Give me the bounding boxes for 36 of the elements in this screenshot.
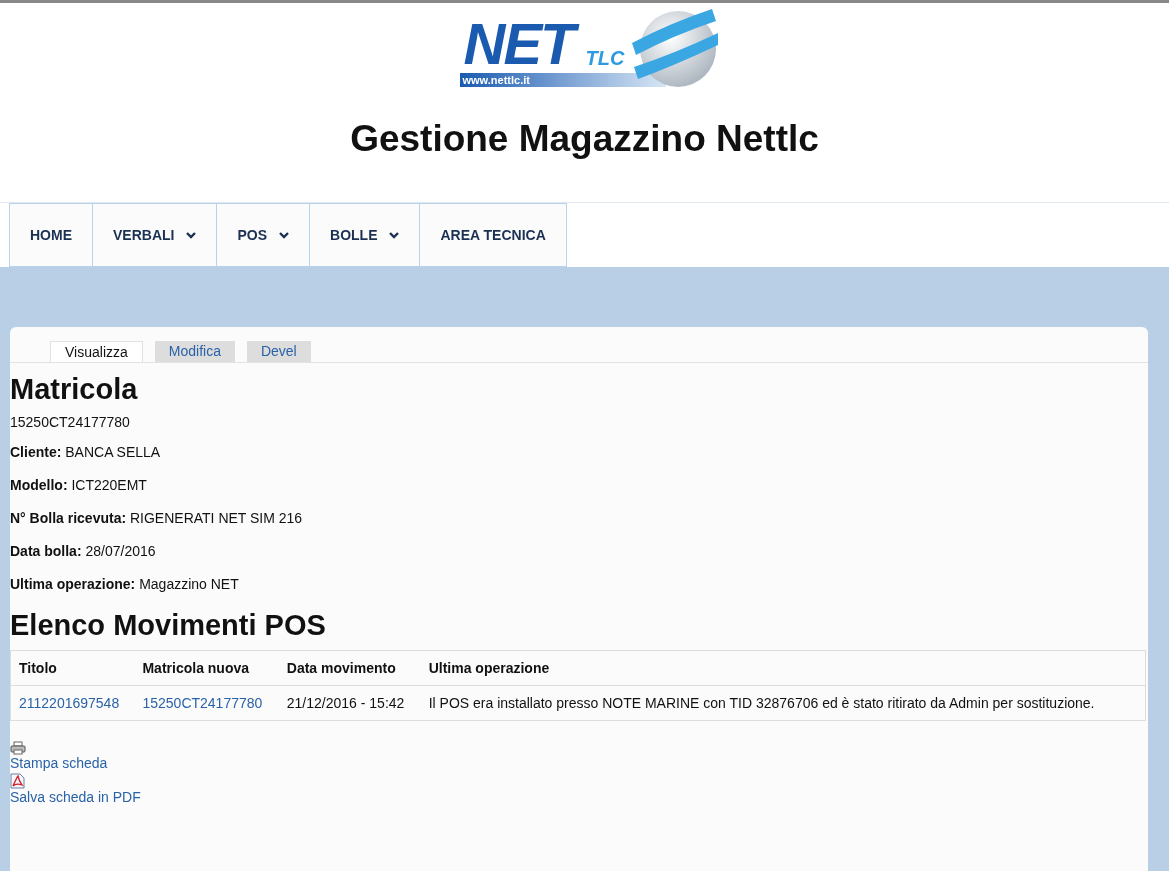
section-heading: Elenco Movimenti POS	[10, 609, 327, 642]
table-cell: 21/12/2016 - 15:42	[286, 695, 405, 711]
field-value: Magazzino NET	[139, 576, 239, 592]
nav-menu-item[interactable]: VERBALI	[92, 203, 218, 267]
field-label: Modello:	[10, 477, 68, 493]
serial-number: 15250CT24177780	[10, 414, 131, 430]
nav-menu-item[interactable]: HOME	[9, 203, 93, 267]
logo-subtext: TLC	[585, 46, 625, 70]
nav-menu-item[interactable]: BOLLE	[309, 203, 421, 267]
table-link[interactable]: 2112201697548	[19, 695, 120, 711]
column-header: Titolo	[19, 660, 57, 676]
nav-menu-item[interactable]: POS	[216, 203, 311, 267]
table-cell: Il POS era installato presso NOTE MARINE con TID 32876706 ed è stato ritirato da Admin per sostituzione.	[428, 695, 1095, 711]
field-label: Cliente:	[10, 444, 62, 460]
chevron-down-icon	[186, 231, 197, 239]
column-header: Matricola nuova	[142, 660, 250, 676]
action-link[interactable]: Salva scheda in PDF	[10, 789, 141, 805]
tab[interactable]: Visualizza	[50, 341, 143, 362]
field-label: Ultima operazione:	[10, 576, 136, 592]
field-value: BANCA SELLA	[65, 444, 161, 460]
page-heading: Matricola	[10, 373, 139, 406]
table-link[interactable]: 15250CT24177780	[142, 695, 263, 711]
field-value: RIGENERATI NET SIM 216	[129, 510, 303, 526]
chevron-down-icon	[279, 231, 290, 239]
column-header: Data movimento	[286, 660, 396, 676]
site-title: Gestione Magazzino Nettlc	[350, 118, 819, 160]
tab[interactable]: Devel	[246, 341, 311, 362]
field-label: Data bolla:	[10, 543, 82, 559]
field-value: ICT220EMT	[71, 477, 147, 493]
chevron-down-icon	[389, 231, 400, 239]
tab[interactable]: Modifica	[154, 341, 235, 362]
action-link[interactable]: Stampa scheda	[10, 755, 108, 771]
nav-menu-item[interactable]: AREA TECNICA	[419, 203, 567, 267]
field-value: 28/07/2016	[85, 543, 156, 559]
column-header: Ultima operazione	[428, 660, 550, 676]
field-label: N° Bolla ricevuta:	[10, 510, 127, 526]
